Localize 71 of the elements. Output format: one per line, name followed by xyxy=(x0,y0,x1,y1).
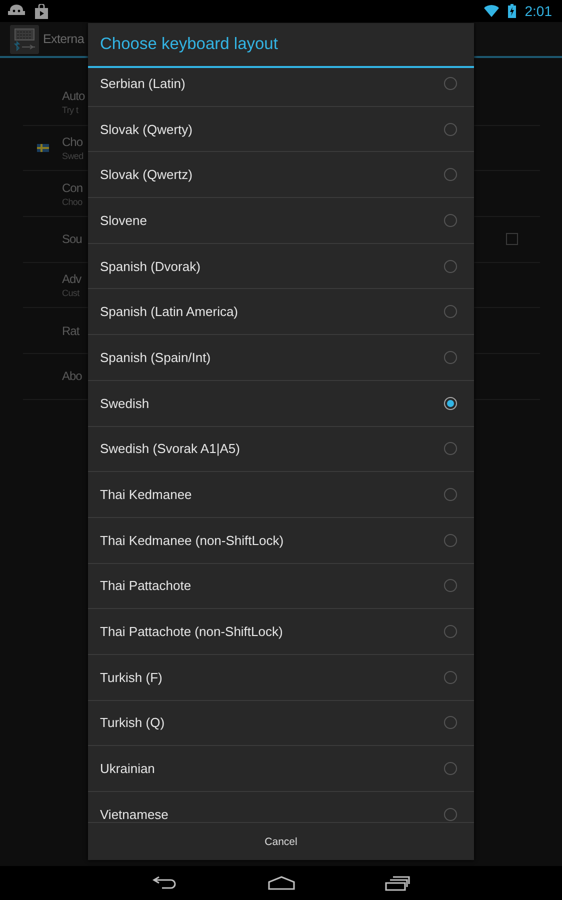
radio-button[interactable] xyxy=(444,808,457,821)
setting-title: Con xyxy=(62,180,84,195)
radio-button[interactable] xyxy=(444,122,457,136)
layout-option[interactable]: Slovak (Qwerty) xyxy=(88,106,474,152)
radio-button[interactable] xyxy=(444,716,457,730)
setting-title: Auto xyxy=(62,89,86,104)
option-label: Thai Pattachote xyxy=(100,578,192,594)
layout-option[interactable]: Thai Kedmanee (non-ShiftLock) xyxy=(88,518,474,564)
app-title: Externa xyxy=(43,32,84,46)
radio-button[interactable] xyxy=(444,260,457,273)
layout-option[interactable]: Swedish xyxy=(88,380,474,426)
option-label: Ukrainian xyxy=(100,761,156,776)
radio-button[interactable] xyxy=(444,488,457,502)
layout-option[interactable]: Slovene xyxy=(88,198,474,244)
setting-title: Adv xyxy=(62,272,82,286)
setting-title: Sou xyxy=(62,232,83,246)
radio-button[interactable] xyxy=(444,534,457,547)
radio-button[interactable] xyxy=(444,579,457,592)
clock-time: 2:01 xyxy=(524,3,552,19)
radio-button[interactable] xyxy=(444,396,457,410)
setting-title: Rat xyxy=(62,324,81,338)
option-label: Swedish xyxy=(100,396,150,411)
layout-option[interactable]: Turkish (F) xyxy=(88,654,474,701)
layout-option[interactable]: Thai Kedmanee xyxy=(88,472,474,518)
setting-title: Abo xyxy=(62,369,83,384)
option-label: Swedish (Svorak A1|A5) xyxy=(100,441,241,456)
layout-option[interactable]: Spanish (Latin America) xyxy=(88,289,474,336)
layout-option[interactable]: Ukrainian xyxy=(88,746,474,792)
checkbox[interactable] xyxy=(506,233,518,246)
option-label: Slovene xyxy=(100,212,148,228)
option-label: Vietnamese xyxy=(100,806,170,822)
radio-button[interactable] xyxy=(444,76,457,90)
radio-button[interactable] xyxy=(444,442,457,456)
radio-button[interactable] xyxy=(444,214,457,227)
radio-button[interactable] xyxy=(444,168,457,182)
radio-button[interactable] xyxy=(444,762,457,776)
layout-option[interactable]: Spanish (Spain/Int) xyxy=(88,335,474,381)
layout-option[interactable]: Vietnamese xyxy=(88,792,474,822)
recent-apps-icon[interactable] xyxy=(385,876,410,890)
cancel-button[interactable]: Cancel xyxy=(88,823,474,860)
option-label: Slovak (Qwerty) xyxy=(100,122,194,137)
dialog-title: Choose keyboard layout xyxy=(88,23,474,68)
back-icon[interactable] xyxy=(152,875,178,891)
option-label: Serbian (Latin) xyxy=(100,76,186,91)
option-label: Turkish (F) xyxy=(100,670,164,685)
wifi-icon xyxy=(484,5,499,17)
radio-button[interactable] xyxy=(444,625,457,638)
home-icon[interactable] xyxy=(268,876,295,890)
radio-button[interactable] xyxy=(444,670,457,684)
battery-icon xyxy=(508,4,516,18)
shopping-bag-icon xyxy=(35,4,48,18)
layout-option[interactable]: Slovak (Qwertz) xyxy=(88,152,474,198)
option-label: Thai Pattachote (non-ShiftLock) xyxy=(100,624,284,640)
option-label: Turkish (Q) xyxy=(100,715,166,730)
option-label: Slovak (Qwertz) xyxy=(100,167,194,182)
option-label: Thai Kedmanee (non-ShiftLock) xyxy=(100,532,285,548)
option-label: Spanish (Dvorak) xyxy=(100,258,202,274)
android-icon xyxy=(7,4,26,18)
layout-option[interactable]: Swedish (Svorak A1|A5) xyxy=(88,426,474,472)
radio-button[interactable] xyxy=(444,350,457,364)
option-label: Thai Kedmanee xyxy=(100,487,193,502)
layout-option[interactable]: Thai Pattachote xyxy=(88,564,474,610)
option-label: Spanish (Latin America) xyxy=(100,304,240,320)
layout-option[interactable]: Serbian (Latin) xyxy=(88,68,474,107)
flag-icon xyxy=(36,144,48,152)
layout-option[interactable]: Thai Pattachote (non-ShiftLock) xyxy=(88,609,474,655)
setting-title: Cho xyxy=(62,135,84,150)
layout-option[interactable]: Spanish (Dvorak) xyxy=(88,244,474,290)
option-label: Spanish (Spain/Int) xyxy=(100,350,212,365)
layout-option[interactable]: Turkish (Q) xyxy=(88,700,474,746)
radio-button[interactable] xyxy=(444,305,457,318)
